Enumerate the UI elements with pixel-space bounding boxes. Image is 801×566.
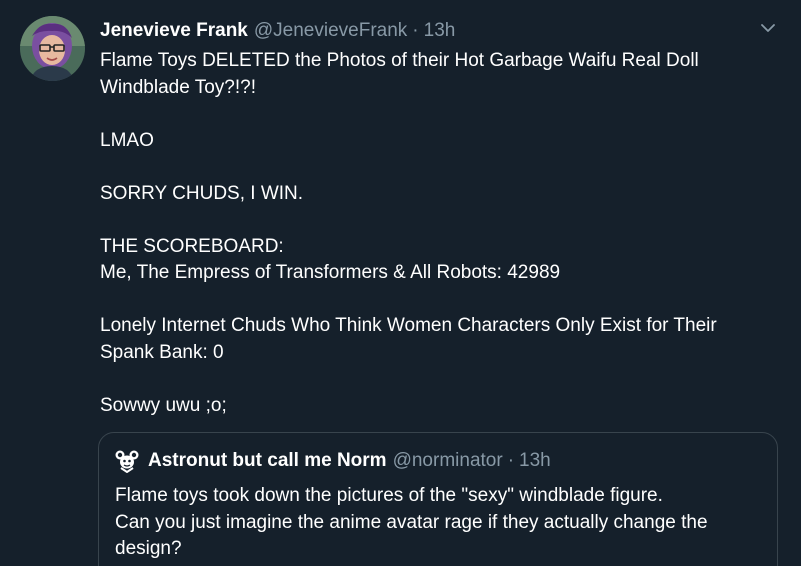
author-name[interactable]: Jenevieve Frank xyxy=(100,20,248,42)
tweet-timestamp[interactable]: 13h xyxy=(424,20,456,42)
tweet-menu-button[interactable] xyxy=(756,16,780,40)
tweet-text-line: Flame Toys DELETED the Photos of their H… xyxy=(100,50,699,71)
quoted-tweet-text-line: Flame toys took down the pictures of the… xyxy=(115,485,663,506)
tweet-header: Jenevieve Frank @JenevieveFrank · 13h xyxy=(100,20,455,44)
chevron-down-icon xyxy=(761,24,775,32)
cartoon-mouse-avatar-icon xyxy=(115,450,139,473)
quoted-tweet-text-line: design? xyxy=(115,538,182,559)
separator-dot: · xyxy=(412,20,419,41)
quoted-tweet-header: Astronut but call me Norm @norminator · … xyxy=(115,449,551,473)
quoted-tweet-timestamp[interactable]: 13h xyxy=(519,450,551,472)
quoted-tweet-text: Flame toys took down the pictures of the… xyxy=(115,483,765,563)
quoted-tweet-text-line: Can you just imagine the anime avatar ra… xyxy=(115,511,708,533)
tweet[interactable]: Jenevieve Frank @JenevieveFrank · 13h Fl… xyxy=(0,0,801,566)
tweet-text-line: Me, The Empress of Transformers & All Ro… xyxy=(100,262,561,283)
tweet-text-line: Spank Bank: 0 xyxy=(100,341,224,363)
quoted-author-handle[interactable]: @norminator xyxy=(393,450,503,472)
tweet-text-line: Lonely Internet Chuds Who Think Women Ch… xyxy=(100,315,717,336)
quoted-separator-dot: · xyxy=(507,450,515,471)
tweet-text-line: THE SCOREBOARD: xyxy=(100,235,284,257)
author-avatar[interactable] xyxy=(20,16,85,81)
tweet-text-line: SORRY CHUDS, I WIN. xyxy=(100,182,304,204)
quoted-tweet-card[interactable]: Astronut but call me Norm @norminator · … xyxy=(98,432,778,566)
tweet-text-line: LMAO xyxy=(100,129,154,151)
tweet-text: Flame Toys DELETED the Photos of their H… xyxy=(100,48,770,419)
tweet-text-line: Sowwy uwu ;o; xyxy=(100,394,227,416)
author-handle[interactable]: @JenevieveFrank xyxy=(254,20,407,42)
tweet-text-line: Windblade Toy?!?! xyxy=(100,76,256,98)
user-avatar-photo-icon xyxy=(20,16,85,81)
quoted-author-name[interactable]: Astronut but call me Norm xyxy=(148,450,387,472)
